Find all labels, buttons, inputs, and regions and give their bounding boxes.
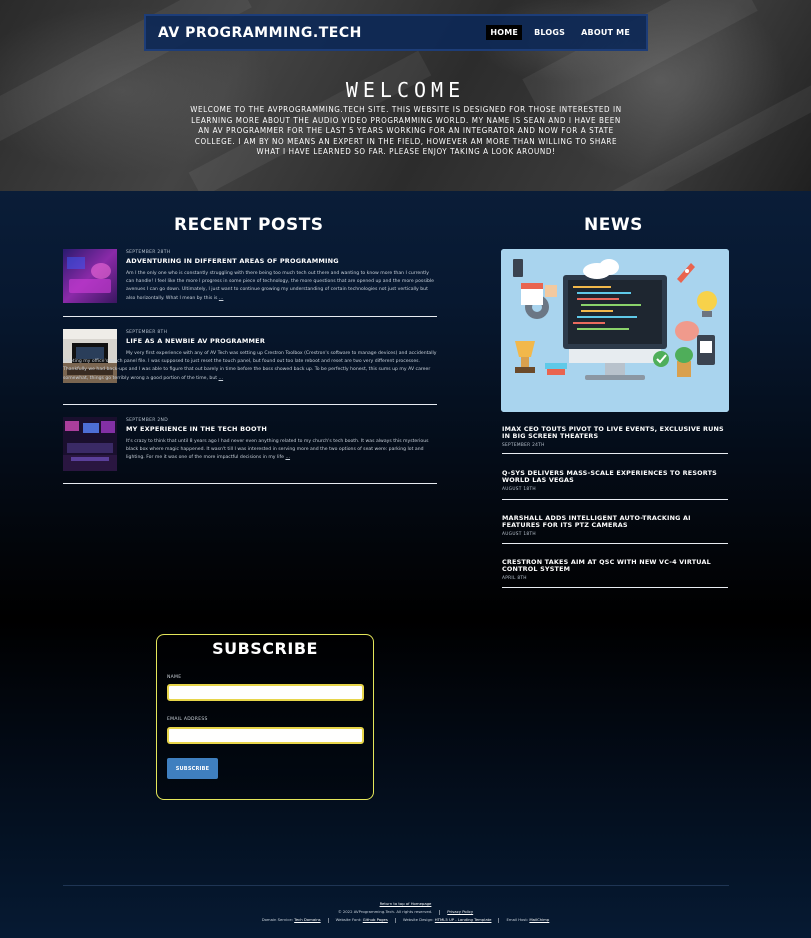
post-thumbnail-programming[interactable] [63, 249, 117, 303]
subscribe-button[interactable]: SUBSCRIBE [167, 758, 218, 779]
footer-credits-row: Domain Service: Tech Domains Website Font… [0, 917, 811, 923]
post-date: SEPTEMBER 28TH [126, 250, 171, 255]
news-item[interactable]: Crestron Takes Aim at QSC With New VC-4 … [502, 558, 728, 588]
subscribe-form: SUBSCRIBE NAME EMAIL ADDRESS SUBSCRIBE [156, 634, 374, 800]
email-label: EMAIL ADDRESS [167, 717, 208, 722]
nav-link-home[interactable]: HOME [486, 25, 523, 40]
read-more-link[interactable]: … [285, 455, 290, 460]
domain-link[interactable]: Tech Domains [294, 917, 320, 922]
footer-copyright-row: © 2022 AVProgramming.Tech. All rights re… [0, 909, 811, 915]
recent-posts-heading: RECENT POSTS [174, 215, 324, 235]
welcome-text: Welcome to the AVprogramming.tech site. … [190, 105, 622, 157]
news-illustration [501, 249, 729, 412]
news-date: APRIL 8TH [502, 575, 527, 581]
news-title[interactable]: Q-SYS Delivers Mass-Scale Experiences to… [502, 469, 728, 485]
post-date: SEPTEMBER 2ND [126, 418, 168, 423]
copyright-text: © 2022 AVProgramming.Tech. All rights re… [337, 909, 433, 914]
news-date: SEPTEMBER 24TH [502, 442, 545, 448]
post-excerpt: Am I the only one who is constantly stru… [126, 271, 435, 301]
post-item[interactable]: SEPTEMBER 28TH ADVENTURING IN DIFFERENT … [63, 249, 437, 317]
post-thumbnail-tech-booth[interactable] [63, 417, 117, 471]
post-excerpt: It's crazy to think that until 8 years a… [126, 439, 429, 461]
news-date: AUGUST 18TH [502, 486, 536, 492]
site-brand[interactable]: AV PROGRAMMING.TECH [158, 25, 362, 41]
email-host-label: Email Host: [506, 917, 529, 922]
post-excerpt: My very first experience with any of AV … [63, 351, 437, 381]
footer-separator [327, 917, 329, 923]
post-title[interactable]: ADVENTURING IN DIFFERENT AREAS OF PROGRA… [126, 257, 339, 265]
post-date: SEPTEMBER 8TH [126, 330, 168, 335]
back-to-top-link[interactable]: Return to top of Homepage [380, 901, 432, 906]
footer-separator [394, 917, 396, 923]
nav-links: HOME BLOGS ABOUT ME [486, 25, 634, 40]
news-item[interactable]: Q-SYS Delivers Mass-Scale Experiences to… [502, 469, 728, 500]
footer-separator [439, 909, 441, 915]
news-item[interactable]: Marshall Adds Intelligent Auto-Tracking … [502, 514, 728, 544]
programming-illustration [501, 249, 729, 412]
font-label: Website Font: [335, 917, 362, 922]
font-link[interactable]: Github Pages [363, 917, 388, 922]
name-label: NAME [167, 675, 182, 680]
news-date: AUGUST 18TH [502, 531, 536, 537]
domain-label: Domain Service: [261, 917, 293, 922]
subscribe-heading: SUBSCRIBE [212, 639, 318, 658]
nav-link-blogs[interactable]: BLOGS [530, 25, 569, 40]
news-item[interactable]: IMAX CEO Touts Pivot to Live Events, Exc… [502, 425, 728, 454]
footer-back-to-top: Return to top of Homepage [0, 901, 811, 906]
news-heading: NEWS [584, 215, 643, 235]
footer-separator [498, 917, 500, 923]
name-field[interactable] [167, 684, 364, 701]
news-title[interactable]: Marshall Adds Intelligent Auto-Tracking … [502, 514, 728, 530]
design-link[interactable]: HTML5 UP - Landing Template [435, 917, 492, 922]
welcome-heading: WELCOME [345, 78, 466, 102]
privacy-policy-link[interactable]: Privacy Policy [447, 909, 473, 914]
read-more-link[interactable]: … [219, 376, 224, 381]
top-navbar: AV PROGRAMMING.TECH HOME BLOGS ABOUT ME [144, 14, 648, 51]
post-title[interactable]: MY EXPERIENCE IN THE TECH BOOTH [126, 425, 267, 433]
post-title[interactable]: LIFE AS A NEWBIE AV PROGRAMMER [126, 337, 265, 345]
post-item[interactable]: SEPTEMBER 8TH LIFE AS A NEWBIE AV PROGRA… [63, 329, 437, 405]
design-label: Website Design: [402, 917, 434, 922]
post-item[interactable]: SEPTEMBER 2ND MY EXPERIENCE IN THE TECH … [63, 417, 437, 484]
email-host-link[interactable]: MailChimp [529, 917, 549, 922]
footer-divider [63, 885, 729, 886]
read-more-link[interactable]: … [219, 296, 224, 301]
hero-banner: AV PROGRAMMING.TECH HOME BLOGS ABOUT ME … [0, 0, 811, 191]
email-field[interactable] [167, 727, 364, 744]
nav-link-about-me[interactable]: ABOUT ME [577, 25, 634, 40]
news-title[interactable]: Crestron Takes Aim at QSC With New VC-4 … [502, 558, 728, 574]
news-title[interactable]: IMAX CEO Touts Pivot to Live Events, Exc… [502, 425, 728, 441]
